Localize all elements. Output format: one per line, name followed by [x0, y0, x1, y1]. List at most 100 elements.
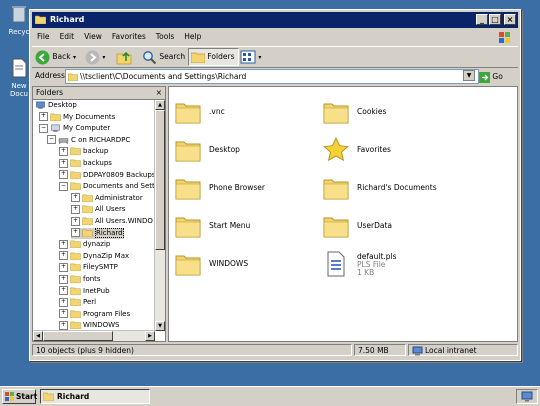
tree-item[interactable]: + backup [59, 146, 108, 157]
explorer-window: Richard _ □ × File Edit View Favorites Tools… [29, 9, 521, 361]
scroll-up-button[interactable]: ▲ [155, 100, 165, 110]
expand-icon[interactable]: + [59, 262, 68, 272]
back-button[interactable]: Back ▾ [35, 48, 76, 66]
folder-icon [70, 287, 81, 295]
views-button[interactable]: ▾ [240, 48, 261, 66]
chevron-down-icon: ▾ [102, 54, 106, 61]
chevron-down-icon: ▾ [258, 54, 262, 61]
tree-item-label: Administrator [95, 193, 143, 202]
tree-item[interactable]: + Program Files [59, 309, 130, 320]
star-icon [323, 137, 349, 162]
expand-icon[interactable]: + [59, 286, 68, 296]
network-icon[interactable] [521, 391, 533, 402]
tree-item[interactable]: Desktop [35, 100, 77, 111]
tree-item-label: backup [83, 147, 109, 156]
file-item[interactable]: Start Menu [175, 213, 315, 243]
expand-icon[interactable]: + [59, 320, 68, 330]
tree-item[interactable]: + All Users.WINDO [71, 216, 153, 227]
expand-icon[interactable]: + [71, 193, 80, 203]
maximize-button[interactable]: □ [489, 14, 501, 25]
tree-item[interactable]: − C on RICHARDPC [47, 135, 130, 146]
scrollbar-thumb[interactable] [155, 110, 165, 250]
tree-item-label: My Documents [63, 112, 116, 121]
network-drive-icon [58, 138, 69, 144]
tree-item[interactable]: + My Documents [39, 112, 115, 123]
file-item[interactable]: WINDOWS [175, 251, 315, 281]
expand-icon[interactable]: + [59, 239, 68, 249]
tree-item[interactable]: + DDPAY0809 Backups [59, 170, 155, 181]
title-bar[interactable]: Richard _ □ × [32, 12, 518, 28]
tree-item[interactable]: + InetPub [59, 286, 110, 297]
file-item[interactable]: Desktop [175, 137, 315, 167]
folders-pane-header: Folders × [33, 87, 165, 100]
close-button[interactable]: × [504, 14, 516, 25]
folders-pane-close-button[interactable]: × [156, 87, 162, 99]
folder-icon [70, 240, 81, 249]
tree-item-label: My Computer [63, 124, 111, 133]
folder-icon [70, 322, 81, 330]
menu-help[interactable]: Help [179, 30, 206, 44]
tree-item-label: All Users.WINDO [95, 217, 153, 225]
file-item[interactable]: Phone Browser [175, 175, 315, 205]
expand-icon[interactable]: + [59, 309, 68, 319]
up-folder-button[interactable] [116, 48, 132, 66]
expand-icon[interactable]: + [59, 146, 68, 156]
menu-edit[interactable]: Edit [55, 30, 80, 44]
file-item[interactable]: UserData [323, 213, 463, 243]
tree-item[interactable]: + Richard [71, 227, 124, 239]
search-button[interactable]: Search [142, 48, 185, 66]
file-item[interactable]: Cookies [323, 99, 463, 129]
expand-icon[interactable]: + [39, 112, 48, 122]
tree-item[interactable]: − Documents and Setti [59, 181, 157, 192]
menu-view[interactable]: View [79, 30, 107, 44]
tree-item[interactable]: + FileySMTP [59, 262, 118, 273]
address-dropdown-button[interactable]: ▼ [463, 70, 475, 81]
expand-icon[interactable]: + [71, 204, 80, 214]
scroll-left-button[interactable]: ◀ [33, 331, 43, 341]
scroll-right-button[interactable]: ▶ [145, 331, 155, 341]
tree-item[interactable]: − My Computer [39, 123, 110, 134]
vertical-scrollbar[interactable]: ▲ ▼ [154, 100, 165, 331]
folder-icon [70, 252, 81, 260]
file-item[interactable]: default.pls PLS File 1 KB [323, 251, 463, 281]
menu-file[interactable]: File [32, 30, 55, 44]
collapse-icon[interactable]: − [59, 181, 68, 191]
menu-favorites[interactable]: Favorites [107, 30, 151, 44]
expand-icon[interactable]: + [71, 228, 80, 238]
collapse-icon[interactable]: − [47, 135, 56, 145]
scrollbar-thumb[interactable] [43, 331, 113, 341]
start-button[interactable]: Start [2, 389, 37, 404]
folders-button[interactable]: Folders [188, 48, 240, 66]
expand-icon[interactable]: + [59, 297, 68, 307]
tree-item[interactable]: + fonts [59, 274, 101, 285]
go-button[interactable]: Go [479, 70, 503, 83]
folders-pane-title: Folders [36, 88, 64, 97]
expand-icon[interactable]: + [59, 158, 68, 168]
taskbar-item-richard[interactable]: Richard [40, 389, 150, 404]
minimize-button[interactable]: _ [476, 14, 488, 25]
tree-item[interactable]: + All Users [71, 204, 126, 215]
file-item[interactable]: Favorites [323, 137, 463, 167]
tree-item-label: DDPAY0809 Backups [83, 170, 156, 179]
expand-icon[interactable]: + [71, 216, 80, 226]
file-item[interactable]: Richard's Documents [323, 175, 463, 205]
menu-tools[interactable]: Tools [151, 30, 179, 44]
tree-item[interactable]: + backups [59, 158, 112, 169]
expand-icon[interactable]: + [59, 251, 68, 261]
file-item[interactable]: .vnc [175, 99, 315, 129]
folders-icon [190, 52, 206, 64]
tree-item[interactable]: + dynazip [59, 239, 110, 250]
collapse-icon[interactable]: − [39, 123, 48, 133]
tree-item[interactable]: + Perl [59, 297, 96, 308]
file-item-label: .vnc [209, 107, 225, 116]
tree-item[interactable]: + Administrator [71, 193, 143, 204]
address-input[interactable]: \\tsclient\C\Documents and Settings\Rich… [65, 69, 479, 84]
tree-item[interactable]: + DynaZip Max [59, 251, 129, 262]
expand-icon[interactable]: + [59, 170, 68, 180]
expand-icon[interactable]: + [59, 274, 68, 284]
horizontal-scrollbar[interactable]: ◀ ▶ [33, 330, 155, 341]
forward-button[interactable]: ▾ [85, 48, 105, 66]
file-item-label: Start Menu [209, 221, 251, 230]
document-icon [12, 58, 27, 78]
scroll-down-button[interactable]: ▼ [155, 321, 165, 331]
